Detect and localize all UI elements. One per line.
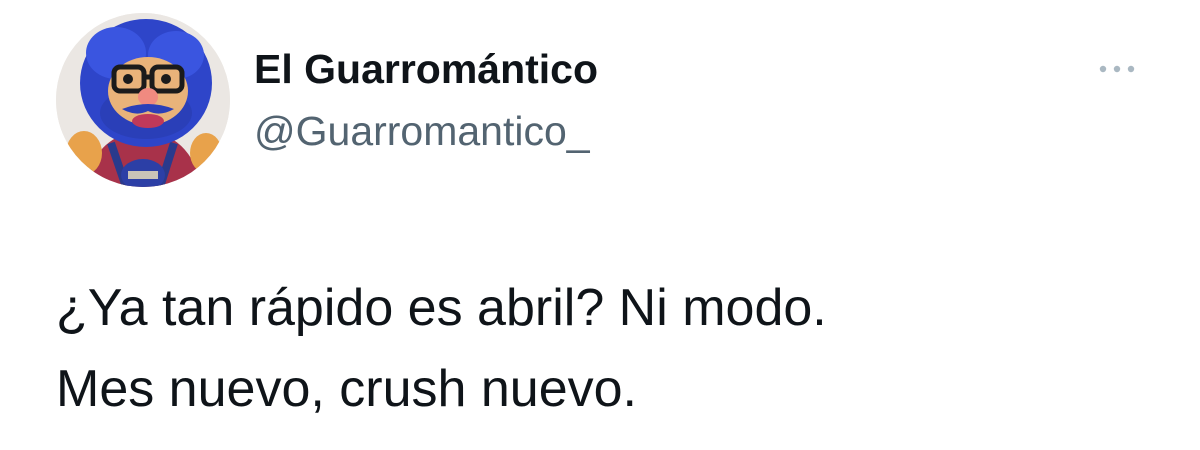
tweet-card: El Guarromántico @Guarromantico_ ¿Ya tan… bbox=[0, 0, 1200, 450]
tweet-text-line-1: ¿Ya tan rápido es abril? Ni modo. bbox=[56, 279, 827, 337]
tweet-text-line-2: Mes nuevo, crush nuevo. bbox=[56, 360, 637, 418]
user-handle[interactable]: @Guarromantico_ bbox=[254, 106, 590, 156]
avatar[interactable] bbox=[56, 13, 230, 187]
display-name[interactable]: El Guarromántico bbox=[254, 44, 598, 94]
more-options-button[interactable] bbox=[1093, 54, 1141, 84]
puppet-avatar-image bbox=[56, 13, 230, 187]
tweet-text: ¿Ya tan rápido es abril? Ni modo. Mes nu… bbox=[56, 268, 1166, 430]
more-horizontal-icon bbox=[1093, 54, 1141, 84]
